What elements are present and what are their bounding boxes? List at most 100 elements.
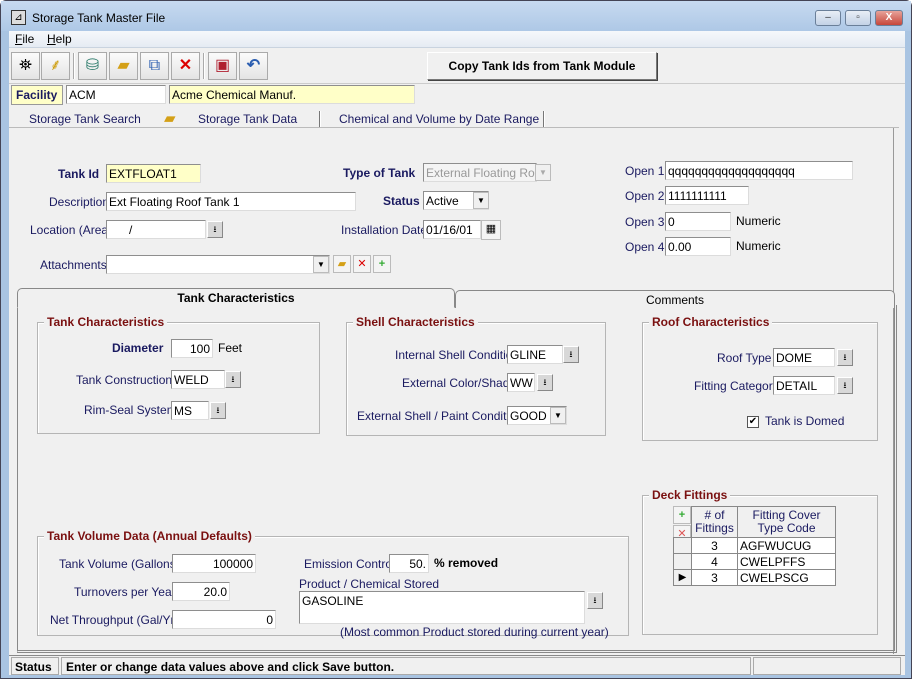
maximize-button[interactable]: ▫ — [845, 10, 871, 26]
fitting-count-cell[interactable]: 3 — [691, 569, 738, 586]
rim-seal-input[interactable]: MS — [171, 401, 209, 420]
facility-code-input[interactable]: ACM — [66, 85, 166, 104]
location-lookup-button[interactable]: ⭳ — [207, 221, 223, 238]
table-row[interactable]: 4 CWELPFFS — [673, 553, 836, 570]
internal-shell-input[interactable]: GLINE — [507, 345, 563, 364]
toolbar: ⛯ ⸙ ⛁ ▰ ⧉ ✕ ▣ ↶ Copy Tank Ids from Tank … — [9, 50, 905, 84]
fitting-count-cell[interactable]: 3 — [691, 537, 738, 554]
open2-input[interactable]: 1111111111 — [665, 186, 749, 205]
row-selector[interactable] — [673, 537, 692, 554]
attachment-delete-icon[interactable]: ✕ — [353, 255, 371, 273]
copy-icon[interactable]: ⧉ — [140, 52, 169, 80]
fitting-category-input[interactable]: DETAIL — [773, 376, 835, 395]
table-row[interactable]: ▶ 3 CWELPSCG — [673, 569, 836, 586]
roof-type-input[interactable]: DOME — [773, 348, 835, 367]
row-selector[interactable] — [673, 553, 692, 570]
tab-storage-tank-data[interactable]: Storage Tank Data — [198, 109, 297, 127]
group-title: Roof Characteristics — [649, 315, 773, 329]
open3-label: Open 3 — [625, 215, 665, 229]
column-header-code: Fitting Cover Type Code — [737, 506, 836, 538]
tab-chemical-volume[interactable]: Chemical and Volume by Date Range — [339, 109, 539, 127]
fitting-category-lookup-button[interactable]: ⭳ — [837, 377, 853, 394]
open1-label: Open 1 — [625, 164, 665, 178]
tab-separator — [543, 111, 545, 127]
tab-storage-tank-search[interactable]: Storage Tank Search — [29, 109, 141, 127]
copy-tank-ids-button[interactable]: Copy Tank Ids from Tank Module — [427, 52, 657, 80]
open3-input[interactable]: 0 — [665, 212, 731, 231]
roof-characteristics-group: Roof Characteristics Roof Type DOME ⭳ Fi… — [642, 315, 878, 441]
roof-type-lookup-button[interactable]: ⭳ — [837, 349, 853, 366]
external-color-lookup-button[interactable]: ⭳ — [537, 374, 553, 391]
minimize-button[interactable]: – — [815, 10, 841, 26]
title-bar: ⊿ Storage Tank Master File – ▫ X — [1, 1, 911, 31]
menu-bar: File Help — [9, 31, 905, 48]
roof-type-label: Roof Type — [717, 351, 772, 365]
tank-id-label: Tank Id — [58, 167, 100, 181]
tank-construction-input[interactable]: WELD — [171, 370, 225, 389]
installation-date-label: Installation Date — [341, 223, 428, 237]
type-of-tank-select: External Floating Roof — [423, 163, 537, 182]
installation-date-input[interactable]: 01/16/01 — [423, 220, 481, 239]
open-folder-icon[interactable]: ▰ — [109, 52, 138, 80]
status-label: Status — [383, 194, 420, 208]
open1-input[interactable]: qqqqqqqqqqqqqqqqqqq — [665, 161, 853, 180]
diameter-input[interactable]: 100 — [171, 339, 213, 358]
status-message: Enter or change data values above and cl… — [61, 657, 751, 675]
tank-construction-label: Tank Construction — [76, 373, 173, 387]
open4-input[interactable]: 0.00 — [665, 237, 731, 256]
group-title: Tank Volume Data (Annual Defaults) — [44, 529, 255, 543]
location-input[interactable]: / — [106, 220, 206, 239]
broom-icon[interactable]: ⸙ — [41, 52, 70, 80]
paint-condition-dropdown-button[interactable]: ▼ — [550, 407, 566, 424]
column-header-count: # of Fittings — [691, 506, 738, 538]
current-row-indicator-icon[interactable]: ▶ — [673, 569, 692, 586]
fitting-count-cell[interactable]: 4 — [691, 553, 738, 570]
binoculars-icon[interactable]: ⛯ — [11, 52, 40, 80]
toolbar-separator — [203, 53, 205, 79]
status-label: Status — [11, 657, 59, 675]
group-title: Deck Fittings — [649, 488, 731, 502]
inner-tab-control: Tank Characteristics Comments Tank Chara… — [17, 288, 897, 654]
tank-volume-input[interactable]: 100000 — [172, 554, 256, 573]
close-button[interactable]: X — [875, 10, 903, 26]
throughput-input[interactable]: 0 — [172, 610, 276, 629]
emission-control-unit: % removed — [434, 556, 499, 570]
facility-label: Facility — [11, 85, 63, 105]
product-lookup-button[interactable]: ⭳ — [587, 592, 603, 609]
emission-control-input[interactable]: 50. — [389, 554, 429, 573]
menu-help[interactable]: Help — [47, 32, 72, 46]
table-row[interactable]: 3 AGFWUCUG — [673, 537, 836, 554]
menu-file[interactable]: File — [15, 32, 34, 46]
delete-icon[interactable]: ✕ — [171, 52, 200, 80]
save-icon[interactable]: ▣ — [208, 52, 237, 80]
turnovers-label: Turnovers per Year — [74, 585, 176, 599]
tank-domed-checkbox[interactable]: ✔ — [747, 416, 759, 428]
open3-type-label: Numeric — [736, 214, 781, 228]
client-area: File Help ⛯ ⸙ ⛁ ▰ ⧉ ✕ ▣ ↶ Copy Tank Ids … — [9, 31, 905, 675]
product-input[interactable]: GASOLINE — [299, 591, 585, 624]
database-add-icon[interactable]: ⛁ — [78, 52, 107, 80]
description-input[interactable]: Ext Floating Roof Tank 1 — [106, 192, 356, 211]
undo-icon[interactable]: ↶ — [239, 52, 268, 80]
attachments-dropdown-button[interactable]: ▼ — [313, 256, 329, 273]
fitting-code-cell[interactable]: CWELPFFS — [737, 553, 836, 570]
turnovers-input[interactable]: 20.0 — [172, 582, 230, 601]
shell-characteristics-group: Shell Characteristics Internal Shell Con… — [346, 315, 606, 436]
status-dropdown-button[interactable]: ▼ — [473, 192, 489, 209]
window-title: Storage Tank Master File — [32, 11, 166, 25]
fitting-code-cell[interactable]: CWELPSCG — [737, 569, 836, 586]
tab-tank-characteristics[interactable]: Tank Characteristics — [17, 288, 455, 308]
tank-construction-lookup-button[interactable]: ⭳ — [225, 371, 241, 388]
product-label: Product / Chemical Stored — [299, 577, 440, 591]
type-of-tank-dropdown-button: ▼ — [535, 164, 551, 181]
external-color-input[interactable]: WW — [507, 373, 535, 392]
attachment-open-icon[interactable]: ▰ — [333, 255, 351, 273]
calendar-icon[interactable]: ▦ — [481, 220, 501, 240]
tank-id-input[interactable]: EXTFLOAT1 — [106, 164, 201, 183]
attachment-add-icon[interactable]: + — [373, 255, 391, 273]
fitting-code-cell[interactable]: AGFWUCUG — [737, 537, 836, 554]
open4-label: Open 4 — [625, 240, 665, 254]
internal-shell-lookup-button[interactable]: ⭳ — [563, 346, 579, 363]
attachments-select[interactable] — [106, 255, 330, 274]
rim-seal-lookup-button[interactable]: ⭳ — [210, 402, 226, 419]
